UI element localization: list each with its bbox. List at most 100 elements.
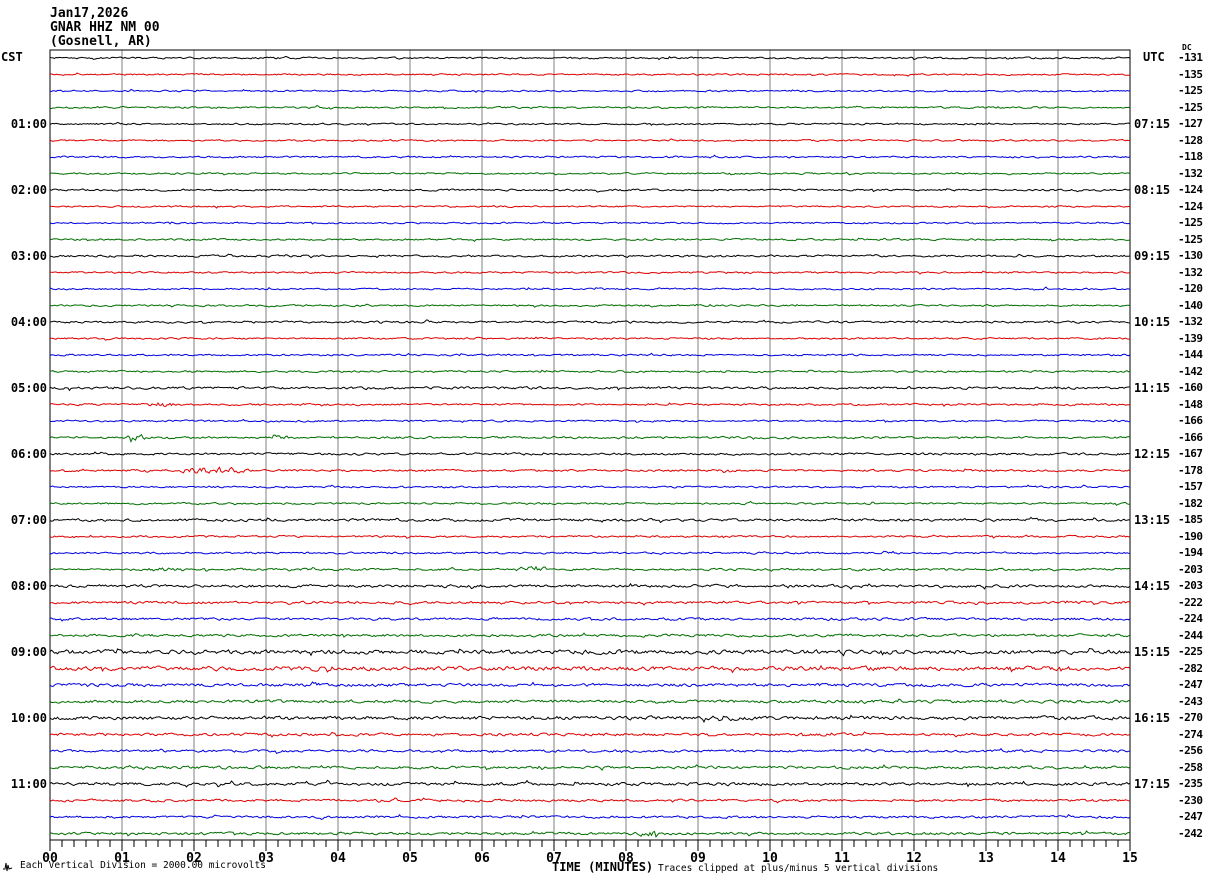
left-timezone-header: CST <box>1 50 23 64</box>
utc-hour-label: 07:15 <box>1134 117 1171 131</box>
utc-hour-label: 16:15 <box>1134 711 1171 725</box>
trace-row-9 <box>49 205 1131 209</box>
cst-hour-label: 10:00 <box>10 711 47 725</box>
cst-hour-label: 09:00 <box>10 645 47 659</box>
trace-row-29 <box>49 534 1131 539</box>
cst-hour-label: 03:00 <box>10 249 47 263</box>
x-tick-label: 06 <box>474 851 490 866</box>
utc-hour-label: 13:15 <box>1134 513 1171 527</box>
dc-offset-value: -125 <box>1178 216 1203 229</box>
dc-offset-value: -247 <box>1178 678 1203 691</box>
minute-gridlines <box>121 50 1059 840</box>
utc-hour-label: 10:15 <box>1134 315 1171 329</box>
dc-offset-value: -190 <box>1178 529 1203 543</box>
utc-hour-label: 14:15 <box>1134 579 1171 593</box>
cst-hour-label: 08:00 <box>10 579 47 593</box>
trace-row-3 <box>49 105 1131 110</box>
dc-offset-value: -225 <box>1178 645 1203 658</box>
station-location: (Gosnell, AR) <box>50 34 152 49</box>
dc-offset-value: -230 <box>1178 793 1203 807</box>
dc-offset-value: -132 <box>1178 265 1203 279</box>
trace-row-1 <box>49 72 1131 77</box>
cst-hour-label: 07:00 <box>10 513 47 527</box>
dc-offset-value: -242 <box>1178 826 1203 840</box>
trace-row-21 <box>49 402 1131 408</box>
utc-hour-label: 08:15 <box>1134 183 1171 197</box>
dc-offset-value: -135 <box>1178 67 1203 81</box>
trace-row-46 <box>49 813 1131 820</box>
dc-offset-value: -125 <box>1178 84 1203 97</box>
trace-row-44 <box>49 779 1131 788</box>
x-tick-label: 04 <box>330 851 346 866</box>
dc-offset-value: -124 <box>1178 183 1203 196</box>
dc-offset-value: -166 <box>1178 430 1203 444</box>
dc-offset-value: -235 <box>1178 777 1203 790</box>
dc-offset-value: -258 <box>1178 760 1203 774</box>
utc-hour-label: 11:15 <box>1134 381 1171 395</box>
trace-row-26 <box>49 484 1131 489</box>
dc-offset-value: -243 <box>1178 694 1203 708</box>
dc-offset-value: -282 <box>1178 661 1203 675</box>
dc-offset-value: -118 <box>1178 150 1203 163</box>
trace-row-7 <box>49 171 1131 176</box>
dc-offset-value: -127 <box>1178 117 1203 130</box>
trace-row-47 <box>49 830 1131 838</box>
dc-offset-value: -131 <box>1178 51 1203 64</box>
trace-row-31 <box>50 565 1131 572</box>
helicorder-screen: Jan17,2026 GNAR HHZ NM 00 (Gosnell, AR) … <box>0 0 1210 886</box>
trace-row-23 <box>49 433 1131 443</box>
dc-offset-value: -142 <box>1178 364 1203 378</box>
dc-offset-value: -148 <box>1178 397 1203 411</box>
trace-row-35 <box>49 632 1131 638</box>
logo-icon <box>3 862 13 872</box>
cst-hour-label: 11:00 <box>10 777 47 791</box>
dc-offset-value: -203 <box>1178 579 1203 592</box>
trace-row-6 <box>50 154 1131 159</box>
x-tick-label: 00 <box>42 851 58 866</box>
dc-offset-value: -178 <box>1178 463 1203 477</box>
cst-hour-label: 02:00 <box>10 183 47 197</box>
dc-offset-value: -203 <box>1178 562 1203 576</box>
trace-row-2 <box>49 88 1131 93</box>
dc-offset-value: -256 <box>1178 744 1203 757</box>
dc-offset-value: -124 <box>1178 199 1203 213</box>
x-tick-label: 14 <box>1050 851 1066 866</box>
x-tick-label: 08 <box>618 851 634 866</box>
trace-row-36 <box>49 647 1131 657</box>
x-tick-label: 03 <box>258 851 274 866</box>
trace-row-37 <box>49 664 1131 674</box>
trace-row-15 <box>49 303 1131 308</box>
trace-lines <box>49 55 1131 838</box>
x-tick-label: 09 <box>690 851 706 866</box>
trace-row-30 <box>49 550 1131 555</box>
trace-row-5 <box>49 138 1131 143</box>
dc-offset-value: -128 <box>1178 133 1203 147</box>
dc-offset-value: -130 <box>1178 249 1203 262</box>
dc-offset-value: -125 <box>1178 232 1203 246</box>
dc-offset-value: -120 <box>1178 282 1203 295</box>
x-tick-label: 07 <box>546 851 562 866</box>
trace-row-43 <box>49 764 1131 771</box>
utc-hour-label: 12:15 <box>1134 447 1171 461</box>
trace-row-4 <box>49 121 1131 126</box>
dc-offset-value: -160 <box>1178 381 1203 394</box>
dc-offset-value: -270 <box>1178 711 1203 724</box>
dc-offset-value: -132 <box>1178 166 1203 180</box>
dc-offset-value: -167 <box>1178 447 1203 460</box>
trace-row-16 <box>49 319 1131 324</box>
trace-row-25 <box>49 466 1131 474</box>
trace-row-38 <box>49 681 1131 688</box>
trace-row-10 <box>49 220 1131 225</box>
trace-row-33 <box>49 600 1131 606</box>
dc-offset-value: -157 <box>1178 480 1203 493</box>
cst-hour-label: 04:00 <box>10 315 47 329</box>
plot-date: Jan17,2026 <box>50 6 129 21</box>
utc-hour-label: 17:15 <box>1134 777 1171 791</box>
x-tick-label: 05 <box>402 851 418 866</box>
dc-offset-value: -140 <box>1178 298 1203 312</box>
helicorder-canvas <box>3 49 1131 872</box>
x-tick-label: 13 <box>978 851 994 866</box>
dc-offset-value: -139 <box>1178 331 1203 345</box>
trace-row-12 <box>49 253 1131 259</box>
trace-row-41 <box>49 731 1131 738</box>
